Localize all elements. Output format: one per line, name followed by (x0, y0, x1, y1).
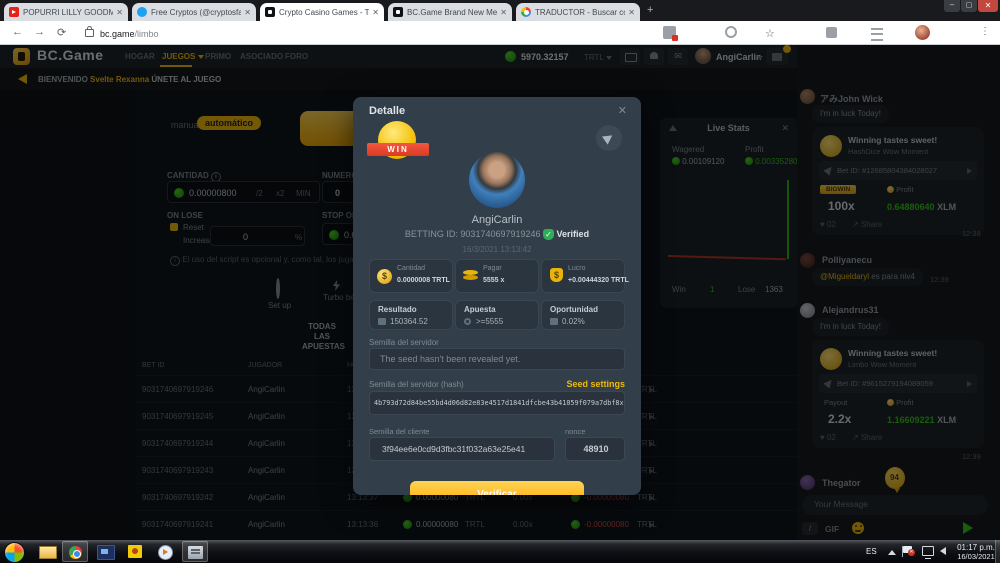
browser-menu-icon[interactable]: ⋮ (980, 26, 990, 37)
padlock-icon (85, 29, 94, 37)
stat-card-apuesta: Apuesta >=5555 (455, 300, 539, 330)
server-seed-label: Semilla del servidor (369, 338, 439, 347)
window-maximize-button[interactable]: ▢ (961, 0, 977, 12)
forward-icon[interactable]: → (34, 26, 45, 38)
screen: POPURRI LILLY GOODMAN ✕ Free Cryptos (@c… (0, 0, 1000, 563)
modal-title: Detalle (369, 105, 405, 117)
tab-title: Free Cryptos (@cryptosfaucets) (151, 8, 241, 17)
folder-icon (39, 546, 57, 559)
stat-card-lucro: $ Lucro +0.00444320 TRTL (541, 259, 625, 293)
tray-flag-icon[interactable]: ✕ (903, 546, 912, 553)
show-desktop-button[interactable] (995, 540, 1000, 563)
browser-toolbar: ← → ⟳ bc.game/limbo ☆ ⋮ (0, 21, 1000, 45)
google-icon (521, 7, 531, 17)
tab-close-icon[interactable]: ✕ (500, 8, 507, 17)
dice-icon (378, 318, 386, 325)
verify-button[interactable]: Verificar (410, 481, 584, 495)
window-minimize-button[interactable]: – (944, 0, 960, 12)
refresh-icon[interactable]: ⟳ (57, 26, 66, 39)
stat-card-cantidad: $ Cantidad 0.0000008 TRTL (369, 259, 453, 293)
taskbar-explorer-button[interactable] (34, 541, 60, 562)
browser-tab-1[interactable]: Free Cryptos (@cryptosfaucets) ✕ (132, 3, 256, 21)
tab-title: Crypto Casino Games - The 16 B (279, 8, 369, 17)
nonce-input[interactable]: 48910 (565, 437, 625, 461)
start-button[interactable] (4, 542, 25, 563)
money-bag-icon: $ (550, 268, 563, 282)
extension-icon[interactable] (663, 26, 676, 39)
browser-tab-active[interactable]: Crypto Casino Games - The 16 B ✕ (260, 3, 384, 21)
dice-icon (550, 318, 558, 325)
taskbar-app-button[interactable] (182, 541, 208, 562)
reader-icon[interactable] (725, 26, 737, 38)
twitter-icon (137, 7, 147, 17)
stat-card-pagar: Pagar 5555 x (455, 259, 539, 293)
server-hash-input[interactable]: 4b793d72d84be55bd4d06d82e83e4517d1841dfc… (369, 391, 625, 415)
browser-tab-0[interactable]: POPURRI LILLY GOODMAN ✕ (4, 3, 128, 21)
browser-tab-4[interactable]: TRADUCTOR - Buscar con Googl ✕ (516, 3, 640, 21)
reading-list-icon[interactable] (871, 28, 883, 41)
bcgame-icon (265, 7, 275, 17)
betting-id-row: BETTING ID: 9031740697919246 ✓ Verified (353, 229, 641, 240)
coins-stack-icon (463, 270, 478, 275)
server-seed-input[interactable]: The seed hasn't been revealed yet. (369, 348, 625, 370)
taskbar-moviemaker-button[interactable] (92, 541, 118, 562)
stat-card-oportunidad: Oportunidad 0.02% (541, 300, 625, 330)
taskbar: ES ✕ 01:17 p.m. 16/03/2021 (0, 540, 1000, 563)
tab-title: POPURRI LILLY GOODMAN (23, 8, 113, 17)
tray-language[interactable]: ES (866, 547, 877, 556)
modal-username: AngiCarlin (353, 214, 641, 226)
profile-avatar[interactable] (469, 152, 525, 208)
tab-title: BC.Game Brand New Medal Even (407, 8, 497, 17)
taskbar-mediaplayer-button[interactable] (152, 541, 178, 562)
bet-detail-modal: Detalle ✕ WIN AngiCarlin BETTING ID: 903… (353, 97, 641, 495)
nonce-label: nonce (565, 427, 585, 436)
stat-card-resultado: Resultado 150364.52 (369, 300, 453, 330)
hand-coin-icon: $ (377, 269, 392, 284)
share-button[interactable] (596, 125, 622, 151)
close-icon[interactable]: ✕ (618, 104, 627, 117)
tray-clock[interactable]: 01:17 p.m. 16/03/2021 (955, 543, 997, 561)
client-seed-input[interactable]: 3f94ee6e0cd9d3fbc31f032a63e25e41 (369, 437, 555, 461)
taskbar-chrome-button[interactable] (62, 541, 88, 562)
tab-close-icon[interactable]: ✕ (116, 8, 123, 17)
url-bar[interactable]: bc.game/limbo (100, 29, 159, 39)
target-icon (464, 318, 471, 325)
window-close-button[interactable]: ✕ (978, 0, 998, 12)
bookmark-star-icon[interactable]: ☆ (765, 27, 775, 40)
tab-title: TRADUCTOR - Buscar con Googl (535, 8, 625, 17)
page: BC.Game HOGAR JUEGOS PRIMO ASOCIADO FORO… (0, 45, 1000, 540)
youtube-icon (9, 7, 19, 17)
browser-profile-avatar[interactable] (915, 25, 930, 40)
tray-volume-icon[interactable] (940, 547, 946, 555)
new-tab-icon[interactable]: + (647, 4, 653, 16)
bcgame-icon (393, 7, 403, 17)
tab-close-icon[interactable]: ✕ (628, 8, 635, 17)
share-arrow-icon (602, 131, 615, 144)
seed-settings-link[interactable]: Seed settings (566, 379, 625, 389)
back-icon[interactable]: ← (12, 26, 23, 38)
app-window-icon (188, 546, 203, 559)
browser-tab-3[interactable]: BC.Game Brand New Medal Even ✕ (388, 3, 512, 21)
win-badge: WIN (367, 121, 429, 167)
tab-close-icon[interactable]: ✕ (372, 8, 379, 17)
tray-network-icon[interactable] (922, 546, 934, 556)
tray-show-hidden-icon[interactable] (888, 550, 896, 555)
taskbar-payer-button[interactable] (122, 541, 148, 562)
bet-date: 16/3/2021 13:13:42 (353, 245, 641, 254)
verified-shield-icon: ✓ (543, 229, 554, 240)
client-seed-label: Semilla del cliente (369, 427, 429, 436)
server-hash-label: Semilla del servidor (hash) (369, 380, 464, 389)
browser-tab-strip: POPURRI LILLY GOODMAN ✕ Free Cryptos (@c… (0, 0, 1000, 21)
puzzle-extensions-icon[interactable] (826, 27, 837, 38)
tab-close-icon[interactable]: ✕ (244, 8, 251, 17)
